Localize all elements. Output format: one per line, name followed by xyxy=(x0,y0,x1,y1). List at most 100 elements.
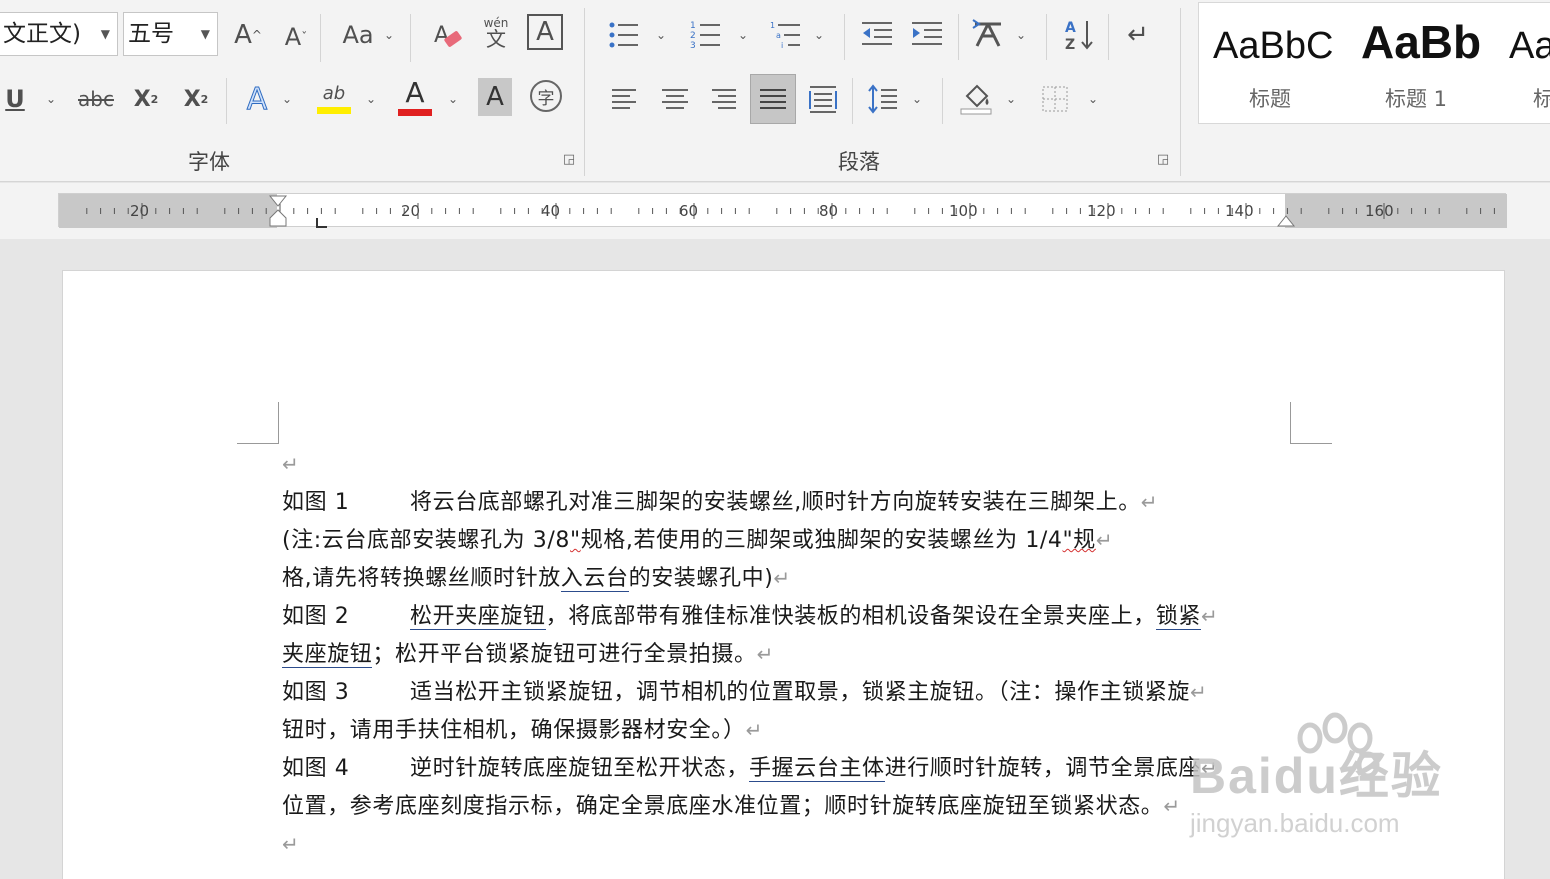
chevron-down-icon[interactable]: ⌄ xyxy=(738,28,748,42)
document-line[interactable]: 如图 2 松开夹座旋钮，将底部带有雅佳标准快装板的相机设备架设在全景夹座上，锁紧↵ xyxy=(282,598,1218,634)
chevron-down-icon[interactable]: ⌄ xyxy=(46,92,56,106)
decrease-indent-button[interactable] xyxy=(858,12,896,58)
chevron-down-icon[interactable]: ⌄ xyxy=(282,92,292,106)
document-line[interactable]: 如图 3 适当松开主锁紧旋钮，调节相机的位置取景，锁紧主旋钮。（注：操作主锁紧旋↵ xyxy=(282,674,1207,710)
sort-icon: A Z xyxy=(1065,20,1093,53)
increase-indent-icon xyxy=(912,22,942,45)
document-line[interactable]: 夹座旋钮；松开平台锁紧旋钮可进行全景拍摄。↵ xyxy=(282,636,774,672)
svg-text:1: 1 xyxy=(690,21,696,31)
document-line[interactable]: 格,请先将转换螺丝顺时针放入云台的安装螺孔中)↵ xyxy=(282,560,791,596)
underlined-text: 入云台 xyxy=(560,566,629,592)
chevron-down-icon[interactable]: ⌄ xyxy=(366,92,376,106)
grow-font-icon: A xyxy=(234,20,252,50)
chevron-down-icon[interactable]: ⌄ xyxy=(1016,28,1026,42)
chevron-down-icon[interactable]: ⌄ xyxy=(814,28,824,42)
horizontal-ruler[interactable]: 20 20 40 60 80 100 120 140 160 xyxy=(58,193,1507,228)
ruler-label: 40 xyxy=(541,202,560,220)
paragraph-dialog-launcher-icon[interactable]: ◲ xyxy=(1154,152,1172,170)
watermark-main-text: Baidu经验 xyxy=(1190,748,1443,804)
underline-button[interactable]: U xyxy=(0,76,30,122)
change-case-button[interactable]: Aa xyxy=(338,12,378,58)
text-effect-button[interactable]: A xyxy=(240,76,274,122)
style-item-heading-2[interactable]: Aa 标 xyxy=(1499,3,1550,123)
grow-font-button[interactable]: A ^ xyxy=(232,12,264,58)
numbering-icon: 1 2 3 xyxy=(690,21,720,51)
character-border-icon: A xyxy=(536,17,554,47)
subscript-mark: 2 xyxy=(150,92,159,106)
enclose-characters-button[interactable]: 字 xyxy=(530,80,562,112)
ruler-label: 100 xyxy=(949,202,978,220)
justify-button[interactable] xyxy=(750,74,796,124)
character-shading-icon: A xyxy=(486,82,504,112)
spelling-flagged-text: "规 xyxy=(1062,528,1096,553)
show-hide-marks-button[interactable]: ↵ xyxy=(1120,12,1156,58)
chevron-down-icon[interactable]: ⌄ xyxy=(912,92,922,106)
numbering-button[interactable]: 1 2 3 xyxy=(688,12,724,58)
styles-gallery[interactable]: AaBbC 标题 AaBb 标题 1 Aa 标 xyxy=(1198,2,1550,124)
pinyin-guide-button[interactable]: wén 文 xyxy=(478,10,514,56)
chevron-down-icon[interactable]: ▼ xyxy=(201,13,210,55)
align-center-button[interactable] xyxy=(656,76,694,122)
document-line[interactable]: (注:云台底部安装螺孔为 3/8"规格,若使用的三脚架或独脚架的安装螺丝为 1/… xyxy=(282,522,1113,558)
watermark-url-text: jingyan.baidu.com xyxy=(1190,808,1400,838)
font-name-value: 文正文) xyxy=(3,21,81,47)
crop-mark-top-left xyxy=(237,402,279,444)
text-run: 逆时针旋转底座旋钮至松开状态， xyxy=(410,756,750,781)
font-color-button[interactable]: A xyxy=(396,74,434,120)
paragraph-mark: ↵ xyxy=(756,642,774,666)
character-border-button[interactable]: A xyxy=(527,14,563,50)
ruler-label: 140 xyxy=(1225,202,1254,220)
bullets-button[interactable] xyxy=(606,12,642,58)
ruler-label: 160 xyxy=(1365,202,1394,220)
subscript-button[interactable]: X2 xyxy=(128,76,164,122)
strikethrough-icon: abc xyxy=(78,87,114,111)
chevron-down-icon[interactable]: ⌄ xyxy=(1006,92,1016,106)
shrink-font-button[interactable]: Aˇ xyxy=(280,14,312,60)
style-item-title[interactable]: AaBbC 标题 xyxy=(1199,3,1349,123)
chevron-down-icon[interactable]: ⌄ xyxy=(656,28,666,42)
align-left-button[interactable] xyxy=(606,76,644,122)
align-left-icon xyxy=(612,89,636,109)
document-line[interactable]: 如图 1 将云台底部螺孔对准三脚架的安装螺丝,顺时针方向旋转安装在三脚架上。↵ xyxy=(282,484,1158,520)
document-line[interactable]: 位置，参考底座刻度指示标，确定全景底座水准位置；顺时针旋转底座旋钮至锁紧状态。↵ xyxy=(282,788,1181,824)
highlight-button[interactable]: ab xyxy=(314,76,354,122)
text-run: 钮时，请用手扶住相机，确保摄影器材安全。） xyxy=(282,718,746,743)
chevron-down-icon[interactable]: ⌄ xyxy=(1088,92,1098,106)
text-run: 规格,若使用的三脚架或独脚架的安装螺丝为 1/4 xyxy=(580,528,1063,553)
shading-button[interactable] xyxy=(956,76,996,122)
chevron-down-icon[interactable]: ⌄ xyxy=(384,28,394,42)
increase-indent-button[interactable] xyxy=(908,12,946,58)
superscript-mark: 2 xyxy=(200,92,209,106)
font-color-bar xyxy=(398,108,432,116)
chinese-layout-button[interactable] xyxy=(970,12,1006,58)
justify-icon xyxy=(760,89,786,109)
font-size-combo[interactable]: 五号 ▼ xyxy=(123,12,218,56)
character-shading-button[interactable]: A xyxy=(478,78,512,116)
font-name-combo[interactable]: 文正文) ▼ xyxy=(0,12,118,56)
sort-button[interactable]: A Z xyxy=(1062,12,1098,58)
multilevel-list-button[interactable]: 1 a i xyxy=(768,12,804,58)
document-line[interactable]: 如图 4 逆时针旋转底座旋钮至松开状态，手握云台主体进行顺时针旋转，调节全景底座↵ xyxy=(282,750,1218,786)
distributed-button[interactable] xyxy=(804,76,842,122)
line-spacing-button[interactable] xyxy=(864,76,902,122)
superscript-icon: X xyxy=(183,86,201,112)
svg-text:1: 1 xyxy=(770,21,775,30)
superscript-button[interactable]: X2 xyxy=(178,76,214,122)
font-dialog-launcher-icon[interactable]: ◲ xyxy=(560,152,578,170)
highlight-color-bar xyxy=(317,106,351,114)
style-item-heading-1[interactable]: AaBb 标题 1 xyxy=(1349,3,1499,123)
figure-reference: 如图 2 xyxy=(282,604,350,629)
strikethrough-button[interactable]: abc xyxy=(76,76,116,122)
chevron-down-icon[interactable]: ⌄ xyxy=(448,92,458,106)
align-right-button[interactable] xyxy=(704,76,742,122)
svg-text:a: a xyxy=(776,31,781,40)
borders-button[interactable] xyxy=(1036,76,1074,122)
tab-stop-marker[interactable] xyxy=(316,218,327,228)
figure-reference: 如图 1 xyxy=(282,490,350,515)
chevron-down-icon[interactable]: ▼ xyxy=(101,13,110,55)
text-effect-icon: A xyxy=(246,81,268,117)
ruler-label: 20 xyxy=(130,202,149,220)
clear-format-button[interactable]: A xyxy=(430,12,466,58)
ruler-label: 120 xyxy=(1087,202,1116,220)
document-line[interactable]: 钮时，请用手扶住相机，确保摄影器材安全。）↵ xyxy=(282,712,763,748)
